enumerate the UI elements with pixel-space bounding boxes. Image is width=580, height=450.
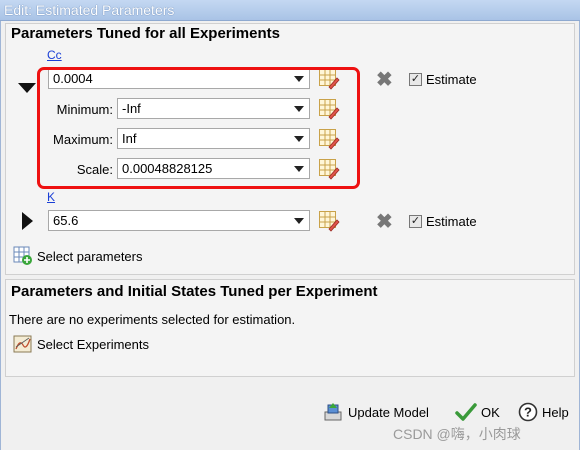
estimate-cc-checkbox[interactable]: ✓ — [409, 73, 422, 86]
param-k-link[interactable]: K — [47, 190, 55, 204]
highlight-annotation — [37, 67, 360, 189]
window-title: Edit: Estimated Parameters — [4, 2, 175, 18]
ok-label: OK — [481, 404, 500, 420]
collapse-cc-toggle[interactable] — [18, 83, 36, 93]
remove-k-icon[interactable]: ✖ — [376, 212, 393, 232]
no-experiments-message: There are no experiments selected for es… — [9, 312, 296, 327]
help-label: Help — [542, 404, 569, 420]
ok-button[interactable]: OK — [455, 402, 500, 422]
update-model-button[interactable]: Update Model — [323, 402, 429, 422]
edit-table-icon[interactable] — [318, 210, 340, 232]
select-experiments-button[interactable]: Select Experiments — [13, 334, 149, 354]
help-icon: ? — [518, 402, 538, 422]
help-button[interactable]: ? Help — [518, 402, 569, 422]
remove-cc-icon[interactable]: ✖ — [376, 70, 393, 90]
expand-k-toggle[interactable] — [22, 212, 33, 230]
param-cc-link[interactable]: Cc — [47, 48, 62, 62]
select-experiments-label: Select Experiments — [37, 336, 149, 352]
estimate-cc-label: Estimate — [426, 72, 477, 87]
select-parameters-button[interactable]: Select parameters — [13, 246, 143, 266]
per-experiment-title: Parameters and Initial States Tuned per … — [11, 283, 378, 300]
check-icon — [455, 403, 477, 421]
estimate-k-checkbox[interactable]: ✓ — [409, 215, 422, 228]
update-model-label: Update Model — [348, 404, 429, 420]
add-table-icon — [13, 246, 32, 265]
update-model-icon — [324, 403, 342, 421]
tuned-all-title: Parameters Tuned for all Experiments — [11, 25, 280, 42]
k-value: 65.6 — [53, 213, 79, 228]
k-value-combo[interactable]: 65.6 — [48, 210, 310, 231]
experiment-icon — [13, 335, 32, 353]
title-bar: Edit: Estimated Parameters — [0, 0, 580, 21]
estimate-k-label: Estimate — [426, 214, 477, 229]
select-parameters-label: Select parameters — [37, 248, 143, 264]
watermark: CSDN @嗨，小肉球 — [393, 426, 521, 442]
chevron-down-icon[interactable] — [294, 218, 304, 224]
svg-text:?: ? — [524, 405, 532, 420]
